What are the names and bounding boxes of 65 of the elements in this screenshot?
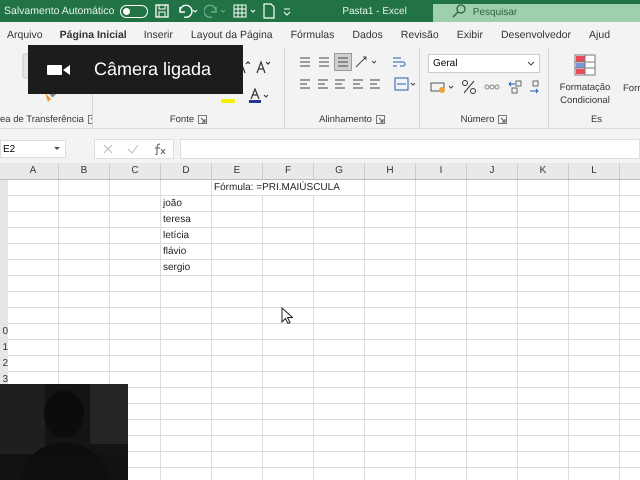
ribbon-tab[interactable]: Dados bbox=[343, 22, 392, 48]
name-box[interactable]: E2 bbox=[0, 140, 66, 158]
ribbon-tab[interactable]: Desenvolvedor bbox=[492, 22, 580, 48]
dialog-launcher-icon[interactable] bbox=[88, 114, 92, 124]
column-header[interactable]: D bbox=[161, 163, 212, 179]
search-field[interactable]: Pesquisar bbox=[432, 4, 640, 22]
ribbon-tab[interactable]: Layout da Página bbox=[182, 22, 282, 48]
row-header[interactable]: 2 bbox=[0, 356, 8, 372]
function-icon[interactable] bbox=[152, 143, 166, 155]
camera-status-text: Câmera ligada bbox=[94, 59, 212, 80]
orientation-icon[interactable] bbox=[354, 54, 378, 70]
column-header[interactable]: H bbox=[365, 163, 416, 179]
autosave-toggle[interactable] bbox=[120, 4, 148, 18]
decrease-font-icon[interactable] bbox=[256, 60, 270, 74]
row-header[interactable]: 1 bbox=[0, 340, 8, 356]
new-document-icon[interactable] bbox=[262, 3, 276, 19]
save-icon[interactable] bbox=[154, 3, 170, 19]
column-header[interactable]: C bbox=[110, 163, 161, 179]
column-header[interactable]: B bbox=[59, 163, 110, 179]
check-icon[interactable] bbox=[126, 143, 139, 155]
cell-text: sergio bbox=[161, 260, 190, 275]
number-format-dropdown[interactable]: Geral bbox=[428, 54, 540, 73]
ribbon-tab[interactable]: Ajud bbox=[580, 22, 620, 48]
group-label: Número bbox=[460, 114, 494, 124]
column-header[interactable]: A bbox=[8, 163, 59, 179]
search-icon bbox=[450, 3, 467, 19]
group-label: Alinhamento bbox=[319, 114, 372, 124]
font-color-icon[interactable] bbox=[248, 88, 270, 104]
align-lines-icon[interactable] bbox=[335, 54, 351, 70]
row-header[interactable]: 3 bbox=[0, 372, 8, 388]
column-header[interactable]: K bbox=[518, 163, 569, 179]
group-label: Es bbox=[590, 114, 602, 124]
dialog-launcher-icon[interactable] bbox=[498, 114, 508, 124]
ribbon-tab[interactable]: Exibir bbox=[448, 22, 492, 48]
ribbon-tab[interactable]: Inserir bbox=[134, 22, 182, 48]
column-header[interactable]: L bbox=[569, 163, 620, 179]
dialog-launcher-icon[interactable] bbox=[198, 114, 208, 124]
ribbon-tab[interactable]: Arquivo bbox=[0, 22, 52, 48]
cell-text: Fórmula: =PRI.MAIÚSCULA bbox=[212, 180, 340, 195]
column-header[interactable]: G bbox=[314, 163, 365, 179]
column-header[interactable]: J bbox=[467, 163, 518, 179]
ribbon-tab[interactable]: Revisão bbox=[392, 22, 448, 48]
mouse-cursor-icon bbox=[281, 307, 293, 325]
cell-text: joão bbox=[161, 196, 182, 211]
merge-cells-icon[interactable] bbox=[393, 76, 415, 92]
caret-icon bbox=[527, 60, 535, 66]
autosave-label: Salvamento Automático bbox=[4, 5, 114, 17]
form-icon[interactable] bbox=[232, 3, 256, 19]
window-title: Pasta1 - Excel bbox=[342, 6, 407, 16]
conditional-formatting-icon[interactable] bbox=[574, 54, 596, 76]
column-header[interactable]: E bbox=[212, 163, 263, 179]
caret-icon bbox=[53, 146, 61, 152]
column-header[interactable]: I bbox=[416, 163, 467, 179]
row-header[interactable]: 0 bbox=[0, 324, 8, 340]
percent-icon[interactable] bbox=[461, 79, 478, 95]
formula-input[interactable] bbox=[180, 139, 640, 159]
group-label: ea de Transferência bbox=[0, 114, 84, 124]
video-camera-icon bbox=[46, 62, 72, 76]
dialog-launcher-icon[interactable] bbox=[376, 114, 385, 124]
column-header[interactable]: F bbox=[263, 163, 314, 179]
group-label: Fonte bbox=[170, 114, 194, 124]
increase-decimal-icon[interactable] bbox=[506, 79, 522, 95]
conditional-formatting-button[interactable]: Formatação Condicional bbox=[553, 81, 617, 107]
format-as-table-button[interactable]: Forr bbox=[623, 83, 640, 94]
ribbon-tab[interactable]: Fórmulas bbox=[282, 22, 344, 48]
